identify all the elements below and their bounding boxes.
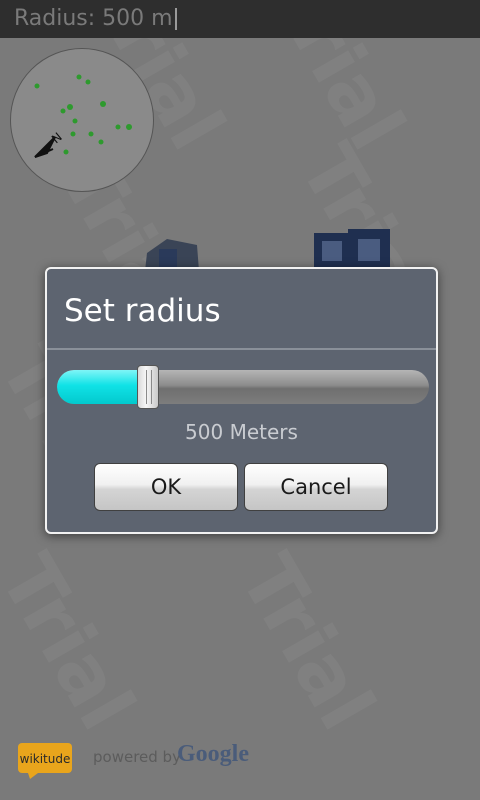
dialog-divider [47,348,436,350]
radius-slider-track[interactable] [57,370,429,404]
cancel-button[interactable]: Cancel [244,463,388,511]
dialog-title: Set radius [64,293,221,329]
ok-button[interactable]: OK [94,463,238,511]
set-radius-dialog: Set radius 500 Meters OK Cancel [45,267,438,534]
radius-slider-fill [57,370,139,404]
radius-value-label: 500 Meters [185,420,298,444]
radius-slider-thumb[interactable] [137,365,159,409]
